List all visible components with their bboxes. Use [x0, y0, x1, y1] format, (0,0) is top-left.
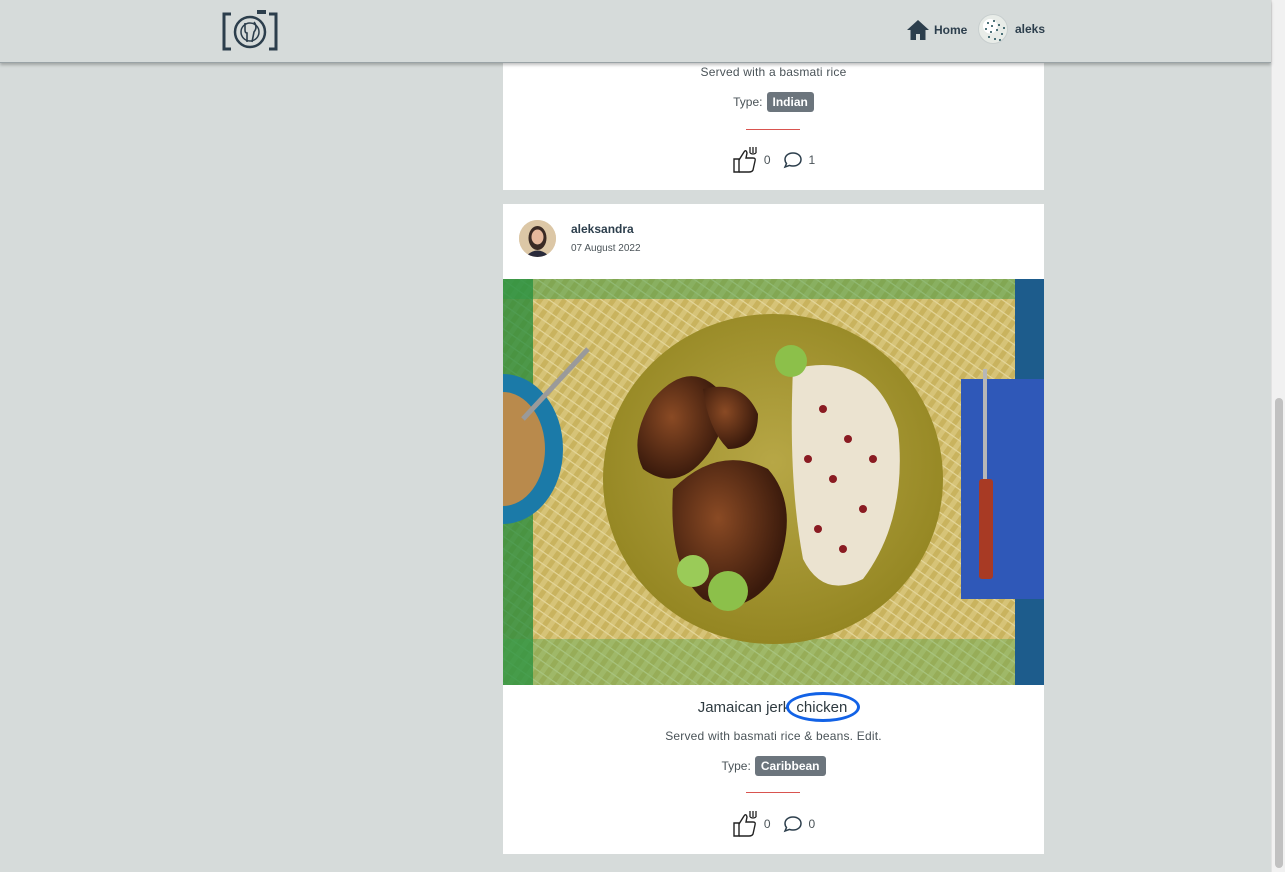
post-type-row: Type: Caribbean: [503, 756, 1044, 776]
home-icon: [907, 20, 929, 40]
type-label: Type:: [733, 95, 763, 109]
thumbs-up-fork-icon: [733, 147, 757, 173]
post-card: aleksandra 07 August 2022 Jamaican jerk …: [503, 204, 1044, 854]
type-badge[interactable]: Caribbean: [754, 756, 826, 776]
post-stats: 0 1: [503, 146, 1044, 174]
post-stats: 0 0: [503, 810, 1044, 838]
navbar: Home aleks: [0, 0, 1271, 63]
author-avatar[interactable]: [519, 220, 556, 257]
type-label: Type:: [721, 759, 751, 773]
thumbs-up-fork-icon: [733, 811, 757, 837]
like-count: 0: [763, 817, 771, 831]
post-date: 07 August 2022: [571, 243, 641, 254]
nav-username: aleks: [1015, 22, 1046, 36]
comment-count: 1: [808, 153, 816, 167]
author-name[interactable]: aleksandra: [571, 222, 641, 236]
like-count: 0: [763, 153, 771, 167]
comment-count: 0: [808, 817, 816, 831]
post-description: Served with basmati rice & beans. Edit.: [665, 729, 882, 743]
nav-home-link[interactable]: Home: [906, 18, 967, 42]
scrollbar-thumb[interactable]: [1275, 398, 1283, 868]
divider: [746, 792, 800, 793]
nav-profile-link[interactable]: aleks: [978, 14, 1045, 44]
post-title[interactable]: Jamaican jerk chicken: [503, 692, 1044, 722]
comment-button[interactable]: 0: [783, 815, 816, 833]
post-image[interactable]: [503, 279, 1044, 685]
post-type-row: Type: Indian: [503, 92, 1044, 112]
comment-button[interactable]: 1: [783, 151, 816, 169]
comment-icon: [783, 816, 802, 833]
post-title-prefix: Jamaican jerk: [697, 699, 791, 716]
post-description: Served with a basmati rice: [700, 65, 847, 79]
user-avatar: [978, 14, 1008, 44]
post-author: aleksandra 07 August 2022: [519, 220, 641, 257]
type-badge[interactable]: Indian: [766, 92, 814, 112]
camera-plate-logo[interactable]: [221, 10, 279, 52]
page-scrollbar[interactable]: [1271, 0, 1285, 872]
like-button[interactable]: 0: [732, 810, 771, 838]
like-button[interactable]: 0: [732, 146, 771, 174]
divider: [746, 129, 800, 130]
nav-home-label: Home: [934, 23, 968, 37]
comment-icon: [783, 152, 802, 169]
post-title-highlight: chicken: [786, 692, 861, 722]
